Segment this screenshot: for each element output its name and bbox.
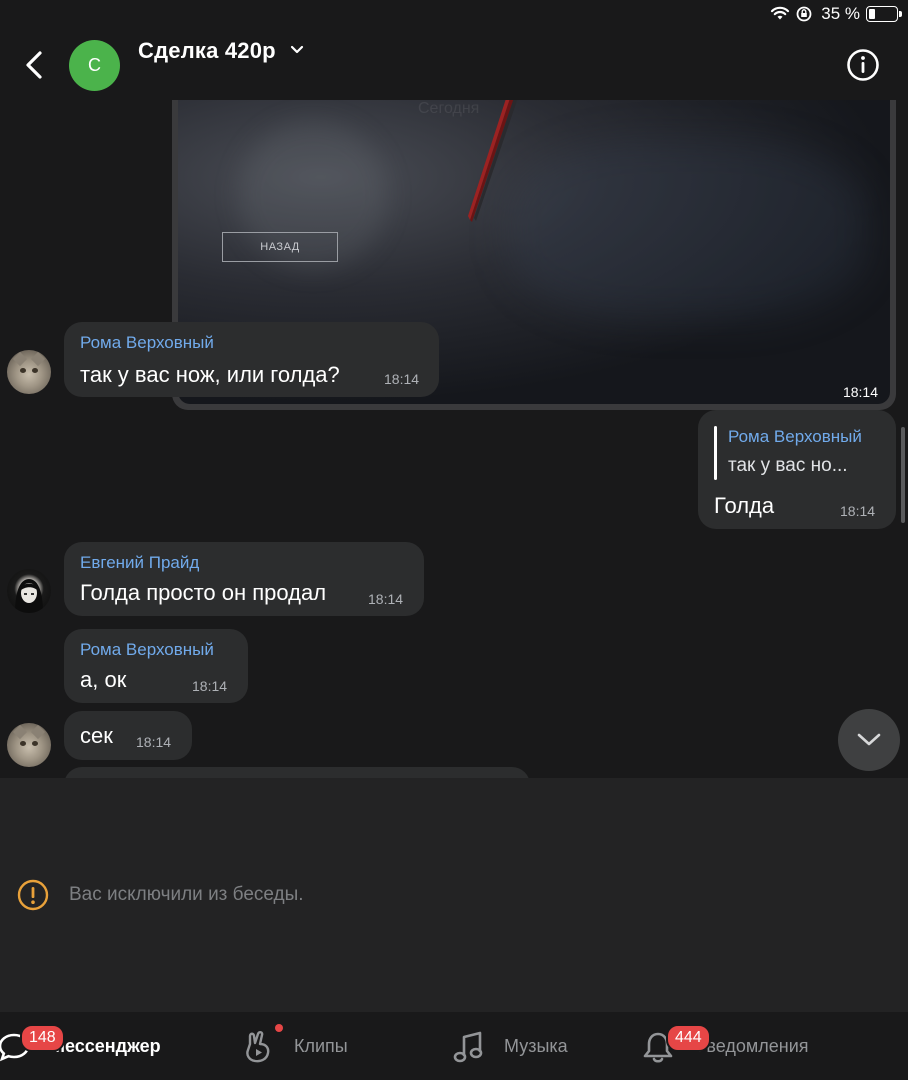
message-time: 18:14 <box>368 591 404 607</box>
knife-graphic <box>468 100 518 222</box>
sender-name[interactable]: Евгений Прайд <box>80 553 199 573</box>
chevron-down-icon[interactable] <box>289 44 305 56</box>
clips-icon <box>246 1031 270 1063</box>
info-icon[interactable] <box>845 47 881 83</box>
excluded-notice: Вас исключили из беседы. <box>69 884 304 905</box>
message-bubble[interactable] <box>64 767 530 778</box>
message-text: так у вас нож, или голда? <box>80 362 340 387</box>
message-list[interactable]: Сегодня НАЗАД 18:14 Рома Верховный так у… <box>0 100 908 778</box>
status-bar: 35 % <box>748 0 908 30</box>
message-bubble[interactable]: Евгений Прайд Голда просто он продал 18:… <box>64 542 424 616</box>
message-time: 18:14 <box>192 678 228 694</box>
avatar[interactable] <box>7 350 51 394</box>
tab-label: Клипы <box>294 1036 348 1056</box>
message-text: а, ок <box>80 667 127 692</box>
chat-avatar[interactable]: С <box>69 40 120 91</box>
tab-bar: Мессенджер 148 Клипы Музыка Уведомления … <box>0 1012 908 1080</box>
sender-name[interactable]: Рома Верховный <box>80 333 214 353</box>
chat-avatar-letter: С <box>88 55 101 75</box>
battery-icon <box>866 6 902 22</box>
own-message-bubble[interactable]: Рома Верховный так у вас но... Голда 18:… <box>698 410 896 529</box>
message-bubble[interactable]: Рома Верховный а, ок 18:14 <box>64 629 248 703</box>
input-area: Вас исключили из беседы. <box>0 778 908 1012</box>
avatar[interactable] <box>7 569 51 613</box>
message-text: сек <box>80 723 113 748</box>
message-text: Голда просто он продал <box>80 580 327 605</box>
chat-header: С Сделка 420р <box>0 30 908 100</box>
back-button-in-image: НАЗАД <box>222 232 338 262</box>
message-text: Голда <box>714 493 775 518</box>
message-time: 18:14 <box>840 503 876 519</box>
music-note-icon <box>453 1031 483 1063</box>
rotation-lock-icon <box>796 6 812 22</box>
chevron-down-icon <box>857 733 881 746</box>
tab-notifications[interactable]: Уведомления 444 <box>640 1012 840 1080</box>
reply-sender-name[interactable]: Рома Верховный <box>728 427 862 447</box>
tab-label: Музыка <box>504 1036 568 1056</box>
tab-label: Мессенджер <box>50 1036 161 1056</box>
warning-icon <box>17 879 49 911</box>
tab-label: Уведомления <box>696 1036 809 1056</box>
unread-badge: 148 <box>20 1024 65 1052</box>
battery-percent: 35 % <box>821 4 860 23</box>
message-time: 18:14 <box>842 384 878 400</box>
wifi-icon <box>770 6 790 20</box>
unread-badge: 444 <box>666 1024 711 1052</box>
message-time: 18:14 <box>384 371 420 387</box>
message-time: 18:14 <box>136 734 172 750</box>
scroll-down-button[interactable] <box>838 709 900 771</box>
message-bubble[interactable]: Рома Верховный так у вас нож, или голда?… <box>64 322 439 397</box>
avatar[interactable] <box>7 723 51 767</box>
back-arrow-icon[interactable] <box>20 45 52 85</box>
chat-title[interactable]: Сделка 420р <box>138 38 276 64</box>
tab-clips[interactable]: Клипы <box>240 1012 380 1080</box>
reply-quote-text[interactable]: так у вас но... <box>728 455 848 477</box>
sender-name[interactable]: Рома Верховный <box>80 640 214 660</box>
reply-quote-bar <box>714 426 717 480</box>
message-bubble[interactable]: сек 18:14 <box>64 711 192 760</box>
tab-music[interactable]: Музыка <box>450 1012 590 1080</box>
tab-messenger[interactable]: Мессенджер 148 <box>0 1012 200 1080</box>
scrollbar[interactable] <box>901 427 905 523</box>
new-clips-dot <box>275 1024 283 1032</box>
